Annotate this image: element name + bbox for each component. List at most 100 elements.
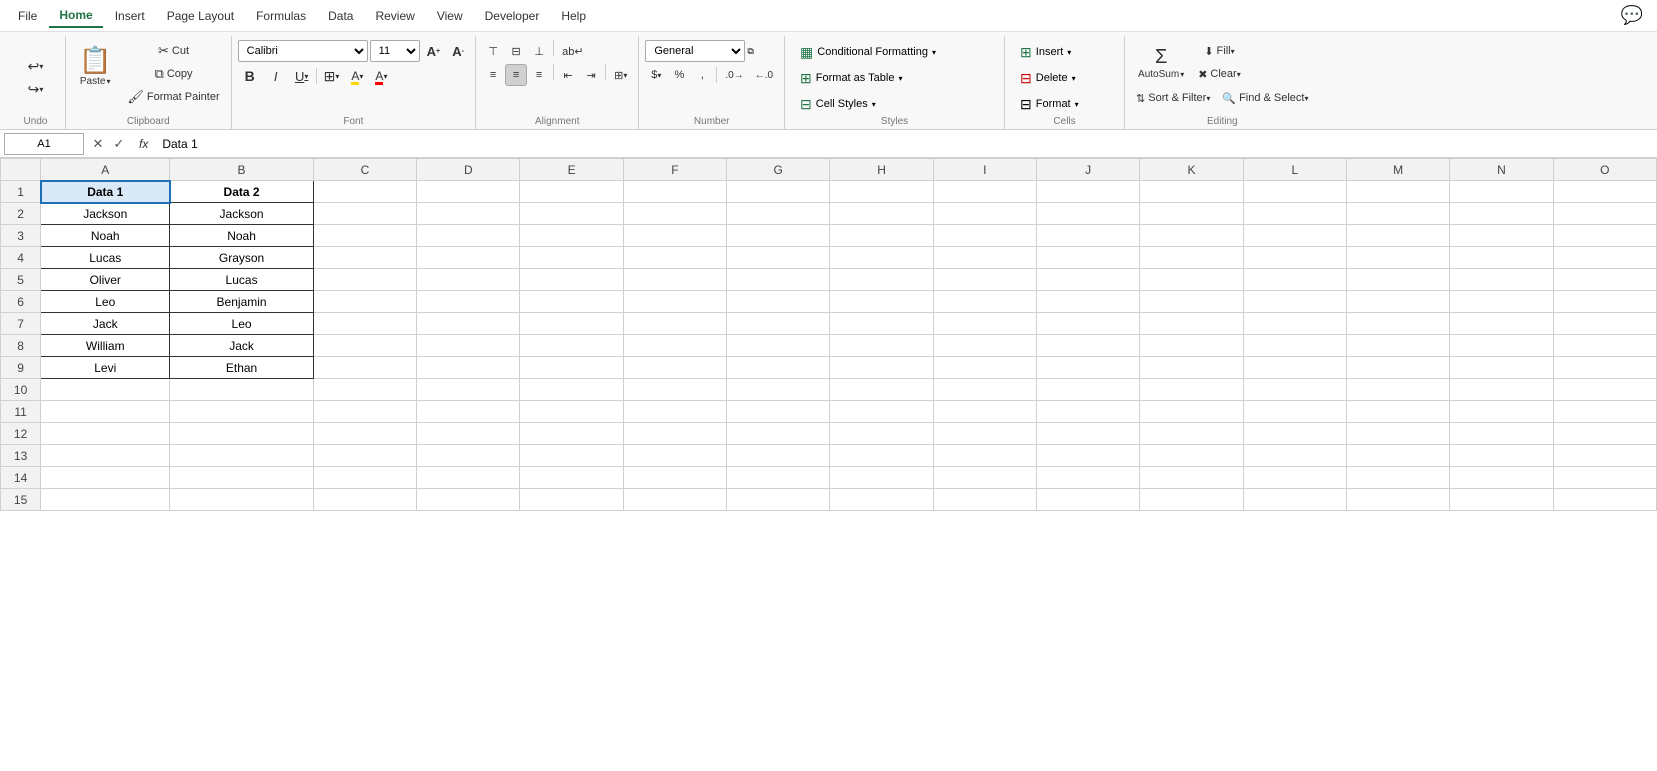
cell-G1[interactable] [727, 181, 830, 203]
cell-H12[interactable] [830, 423, 933, 445]
cell-E8[interactable] [520, 335, 623, 357]
cell-K3[interactable] [1140, 225, 1243, 247]
cell-B15[interactable] [170, 489, 314, 511]
cell-J9[interactable] [1037, 357, 1140, 379]
col-header-j[interactable]: J [1037, 159, 1140, 181]
cell-D14[interactable] [417, 467, 520, 489]
cell-B4[interactable]: Grayson [170, 247, 314, 269]
cell-E11[interactable] [520, 401, 623, 423]
cell-M3[interactable] [1346, 225, 1449, 247]
row-num-12[interactable]: 12 [1, 423, 41, 445]
cell-G12[interactable] [727, 423, 830, 445]
col-header-c[interactable]: C [313, 159, 416, 181]
cell-F14[interactable] [623, 467, 726, 489]
cell-K15[interactable] [1140, 489, 1243, 511]
cell-C2[interactable] [313, 203, 416, 225]
cell-L14[interactable] [1243, 467, 1346, 489]
cell-L2[interactable] [1243, 203, 1346, 225]
cell-I8[interactable] [933, 335, 1036, 357]
cell-C5[interactable] [313, 269, 416, 291]
tab-data[interactable]: Data [318, 5, 363, 27]
cell-C7[interactable] [313, 313, 416, 335]
cell-I4[interactable] [933, 247, 1036, 269]
cell-H11[interactable] [830, 401, 933, 423]
row-num-11[interactable]: 11 [1, 401, 41, 423]
cell-N8[interactable] [1450, 335, 1553, 357]
cell-B12[interactable] [170, 423, 314, 445]
cell-O4[interactable] [1553, 247, 1656, 269]
cell-O14[interactable] [1553, 467, 1656, 489]
cell-B6[interactable]: Benjamin [170, 291, 314, 313]
row-num-2[interactable]: 2 [1, 203, 41, 225]
cell-J10[interactable] [1037, 379, 1140, 401]
tab-view[interactable]: View [427, 5, 473, 27]
cell-N4[interactable] [1450, 247, 1553, 269]
cell-H5[interactable] [830, 269, 933, 291]
cell-C3[interactable] [313, 225, 416, 247]
cell-A2[interactable]: Jackson [41, 203, 170, 225]
cut-button[interactable]: ✂ Cut [122, 40, 224, 62]
cell-A13[interactable] [41, 445, 170, 467]
col-header-o[interactable]: O [1553, 159, 1656, 181]
col-header-g[interactable]: G [727, 159, 830, 181]
cell-O6[interactable] [1553, 291, 1656, 313]
col-header-i[interactable]: I [933, 159, 1036, 181]
cell-D4[interactable] [417, 247, 520, 269]
cell-C14[interactable] [313, 467, 416, 489]
autosum-button[interactable]: Σ AutoSum ▾ [1131, 41, 1191, 85]
cell-K12[interactable] [1140, 423, 1243, 445]
col-header-e[interactable]: E [520, 159, 623, 181]
cell-H10[interactable] [830, 379, 933, 401]
row-num-10[interactable]: 10 [1, 379, 41, 401]
cell-M1[interactable] [1346, 181, 1449, 203]
cell-H9[interactable] [830, 357, 933, 379]
cell-J15[interactable] [1037, 489, 1140, 511]
decrease-decimal-button[interactable]: ←.0 [750, 64, 778, 86]
bold-button[interactable]: B [238, 65, 262, 87]
cell-A9[interactable]: Levi [41, 357, 170, 379]
cell-I1[interactable] [933, 181, 1036, 203]
cell-J12[interactable] [1037, 423, 1140, 445]
cell-styles-button[interactable]: ⊟ Cell Styles ▾ [791, 92, 885, 116]
cell-J4[interactable] [1037, 247, 1140, 269]
cell-J8[interactable] [1037, 335, 1140, 357]
cell-N10[interactable] [1450, 379, 1553, 401]
cell-A11[interactable] [41, 401, 170, 423]
cell-J11[interactable] [1037, 401, 1140, 423]
cell-O2[interactable] [1553, 203, 1656, 225]
cell-J2[interactable] [1037, 203, 1140, 225]
cell-G9[interactable] [727, 357, 830, 379]
cell-O1[interactable] [1553, 181, 1656, 203]
cell-K11[interactable] [1140, 401, 1243, 423]
cell-H8[interactable] [830, 335, 933, 357]
cell-B14[interactable] [170, 467, 314, 489]
cell-K9[interactable] [1140, 357, 1243, 379]
tab-page-layout[interactable]: Page Layout [157, 5, 244, 27]
cell-L9[interactable] [1243, 357, 1346, 379]
cell-G8[interactable] [727, 335, 830, 357]
cell-G5[interactable] [727, 269, 830, 291]
cell-J14[interactable] [1037, 467, 1140, 489]
shrink-font-button[interactable]: A- [447, 40, 469, 62]
undo-button[interactable]: ↩ ▾ [20, 56, 52, 78]
row-num-6[interactable]: 6 [1, 291, 41, 313]
cell-L15[interactable] [1243, 489, 1346, 511]
cell-I9[interactable] [933, 357, 1036, 379]
align-right-button[interactable]: ≡ [528, 64, 550, 86]
format-cells-button[interactable]: ⊟ Format ▾ [1011, 92, 1088, 116]
cell-L8[interactable] [1243, 335, 1346, 357]
cell-K14[interactable] [1140, 467, 1243, 489]
cell-D11[interactable] [417, 401, 520, 423]
cell-N14[interactable] [1450, 467, 1553, 489]
cell-I12[interactable] [933, 423, 1036, 445]
cell-D9[interactable] [417, 357, 520, 379]
cell-J6[interactable] [1037, 291, 1140, 313]
cell-M9[interactable] [1346, 357, 1449, 379]
row-num-5[interactable]: 5 [1, 269, 41, 291]
cell-M13[interactable] [1346, 445, 1449, 467]
cell-H14[interactable] [830, 467, 933, 489]
cell-A10[interactable] [41, 379, 170, 401]
cell-O3[interactable] [1553, 225, 1656, 247]
cell-I2[interactable] [933, 203, 1036, 225]
cell-C13[interactable] [313, 445, 416, 467]
